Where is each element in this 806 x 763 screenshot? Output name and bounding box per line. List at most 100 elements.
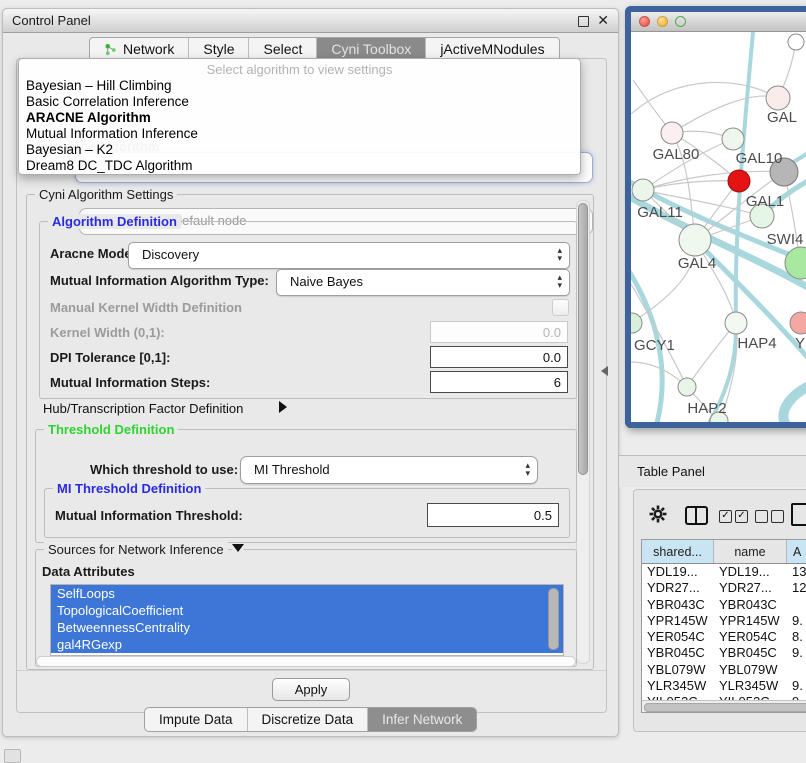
table-scrollbar-thumb[interactable]: [644, 703, 806, 712]
cell: 8.: [787, 629, 806, 645]
node-label: GAL10: [736, 150, 783, 167]
traffic-light-close-icon[interactable]: [639, 16, 650, 27]
column-header-shared-name[interactable]: shared...: [642, 540, 714, 563]
cell: YBR043C: [714, 597, 787, 613]
hub-expand-arrow-icon[interactable]: [279, 401, 287, 413]
dpi-tolerance-label: DPI Tolerance [0,1]:: [50, 350, 170, 365]
table-header-row: shared... name A: [642, 540, 806, 564]
node-hap4[interactable]: [725, 312, 747, 334]
algorithm-definition-group: Algorithm Definition Aracne Mode: Discov…: [39, 221, 577, 399]
kernel-width-field[interactable]: [430, 321, 568, 343]
cell: YDR27...: [714, 580, 787, 596]
node-gal11[interactable]: [632, 179, 654, 201]
algorithm-dropdown-list: Select algorithm to view settings Bayesi…: [18, 58, 581, 175]
node-table: shared... name A YDL19... YDL19... 13 YD…: [641, 539, 806, 713]
table-row[interactable]: YER054C YER054C 8.: [642, 629, 806, 645]
table-row[interactable]: YPR145W YPR145W 9.: [642, 613, 806, 629]
manual-kernel-checkbox[interactable]: [552, 299, 569, 316]
tab-select[interactable]: Select: [249, 38, 317, 60]
tab-infer-network[interactable]: Infer Network: [368, 708, 476, 731]
bottom-left-widget[interactable]: [4, 749, 21, 763]
cell: YBL079W: [714, 662, 787, 678]
settings-scrollbar[interactable]: [576, 200, 590, 664]
tab-jactivemnodules[interactable]: jActiveMNodules: [426, 38, 558, 60]
cell: YBR045C: [642, 645, 714, 661]
dropdown-item[interactable]: Dream8 DC_TDC Algorithm: [19, 158, 580, 174]
unchecked-pair-icon[interactable]: [755, 510, 784, 523]
dropdown-item[interactable]: Bayesian – K2: [19, 142, 580, 158]
dropdown-placeholder: Select algorithm to view settings: [19, 62, 580, 77]
column-header-name[interactable]: name: [714, 540, 787, 563]
hub-definition-label[interactable]: Hub/Transcription Factor Definition: [43, 401, 243, 416]
node-gcy1[interactable]: [631, 313, 642, 333]
tab-impute-data[interactable]: Impute Data: [145, 708, 248, 731]
node-partial-top[interactable]: [788, 34, 804, 50]
node-gal80[interactable]: [661, 122, 683, 144]
tab-network[interactable]: Network: [90, 38, 189, 60]
mi-type-combo[interactable]: Naive Bayes ▴▾: [276, 269, 570, 296]
table-row[interactable]: YDL19... YDL19... 13: [642, 564, 806, 580]
float-window-icon[interactable]: [578, 16, 589, 27]
traffic-light-minimize-icon[interactable]: [657, 16, 668, 27]
node-red-selected[interactable]: [728, 170, 750, 192]
traffic-light-zoom-icon[interactable]: [675, 16, 686, 27]
dropdown-item[interactable]: Basic Correlation Inference: [19, 94, 580, 110]
node-salmon-right[interactable]: [790, 312, 806, 334]
document-icon[interactable]: [791, 503, 806, 526]
table-row[interactable]: YBR043C YBR043C: [642, 597, 806, 613]
node-label: GAL1: [746, 193, 784, 210]
settings-scrollbar-thumb[interactable]: [578, 203, 588, 475]
tab-style[interactable]: Style: [189, 38, 249, 60]
node-gal4[interactable]: [679, 224, 711, 256]
node-label: GAL80: [653, 146, 700, 163]
mi-steps-field[interactable]: [430, 371, 568, 393]
list-scrollbar-thumb[interactable]: [548, 588, 559, 650]
list-item[interactable]: gal4RGexp: [51, 636, 563, 653]
sources-horizontal-scrollbar[interactable]: [36, 656, 576, 667]
apply-button[interactable]: Apply: [272, 678, 350, 701]
splitter-collapse-arrow[interactable]: [601, 366, 608, 376]
cyni-bottom-tabs: Impute Data Discretize Data Infer Networ…: [144, 707, 477, 732]
dropdown-item-selected[interactable]: ARACNE Algorithm: [19, 110, 580, 126]
gear-icon[interactable]: [649, 505, 667, 523]
tab-label: Cyni Toolbox: [331, 41, 411, 57]
close-icon[interactable]: ✕: [597, 12, 609, 29]
dropdown-item[interactable]: Bayesian – Hill Climbing: [19, 78, 580, 94]
aracne-mode-combo[interactable]: Discovery ▴▾: [128, 242, 570, 269]
cell: YPR145W: [714, 613, 787, 629]
network-canvas[interactable]: GAL GAL80 GAL10 GAL1 GAL11 SWI4 GAL4 GCY…: [631, 32, 806, 423]
dpi-tolerance-field[interactable]: [430, 346, 568, 368]
checked-pair-icon[interactable]: ✓✓: [719, 510, 748, 523]
tab-label: Network: [123, 41, 174, 57]
column-header-partial[interactable]: A: [787, 540, 806, 563]
cell: 9.: [787, 678, 806, 694]
node-label: GAL: [767, 109, 797, 126]
which-threshold-combo[interactable]: MI Threshold ▴▾: [240, 456, 538, 484]
tab-cyni-toolbox[interactable]: Cyni Toolbox: [317, 38, 426, 60]
group-title: Algorithm Definition: [48, 214, 181, 229]
cell: YDL19...: [642, 564, 714, 580]
node-gal-partial[interactable]: [766, 86, 790, 110]
node-label: GCY1: [634, 337, 675, 354]
tab-label: Style: [203, 41, 234, 57]
table-row[interactable]: YDR27... YDR27... 12: [642, 580, 806, 596]
list-item[interactable]: TopologicalCoefficient: [51, 602, 563, 619]
node-hap2[interactable]: [678, 378, 696, 396]
columns-icon[interactable]: [685, 506, 708, 525]
list-item[interactable]: BetweennessCentrality: [51, 619, 563, 636]
table-row[interactable]: YBR045C YBR045C 9.: [642, 645, 806, 661]
control-panel-titlebar: Control Panel ✕: [3, 9, 618, 33]
cell: YPR145W: [642, 613, 714, 629]
node-gal10[interactable]: [722, 128, 744, 150]
cell: 13: [787, 564, 806, 580]
table-row[interactable]: YBL079W YBL079W: [642, 662, 806, 678]
mi-threshold-field[interactable]: [427, 503, 559, 527]
sources-collapse-arrow-icon[interactable]: [232, 544, 244, 552]
dropdown-item[interactable]: Mutual Information Inference: [19, 126, 580, 142]
list-item[interactable]: SelfLoops: [51, 585, 563, 602]
tab-discretize-data[interactable]: Discretize Data: [248, 708, 369, 731]
table-row[interactable]: YLR345W YLR345W 9.: [642, 678, 806, 694]
cell: [787, 597, 806, 613]
kernel-width-label: Kernel Width (0,1):: [50, 325, 165, 340]
table-horizontal-scrollbar[interactable]: [642, 700, 806, 712]
